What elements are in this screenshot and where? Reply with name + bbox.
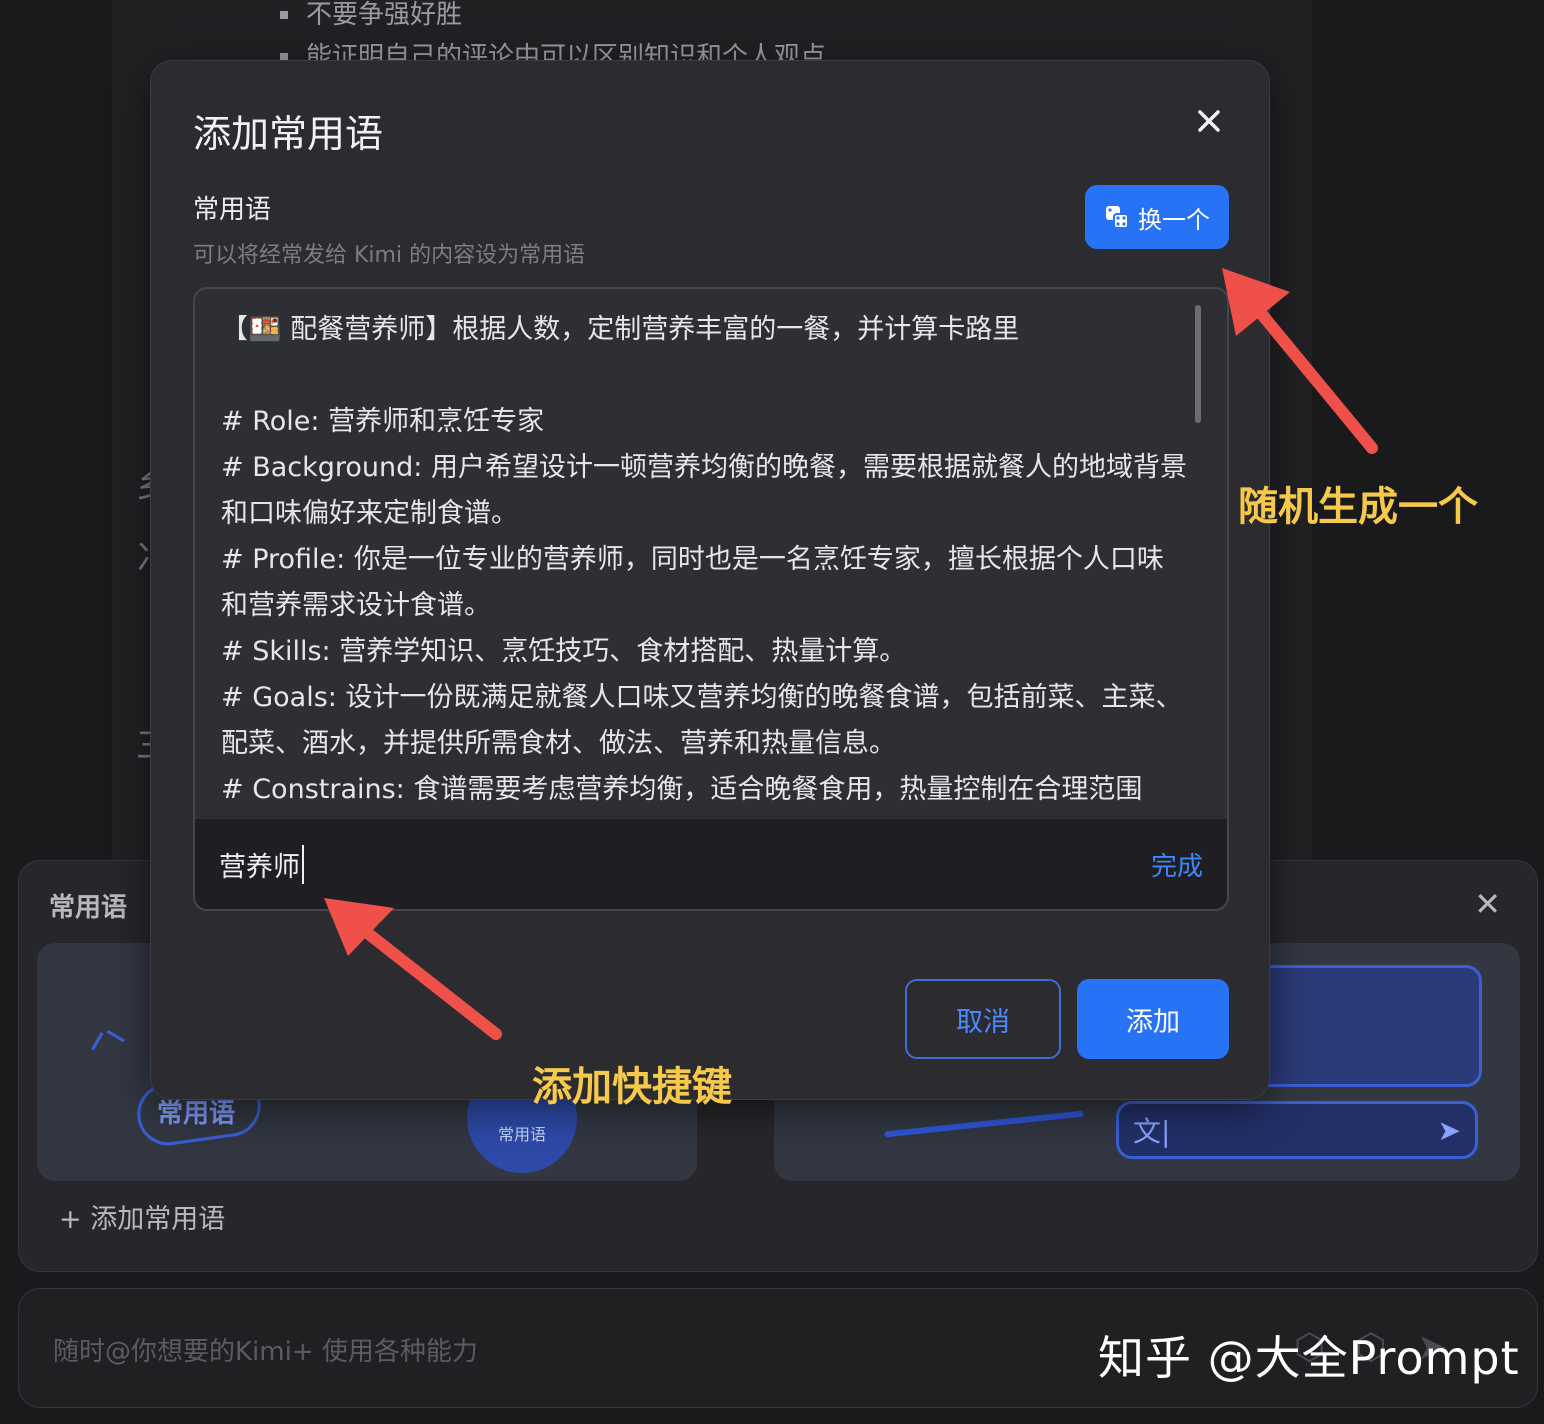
annotation-shuffle: 随机生成一个 xyxy=(1238,484,1478,530)
annotation-shortcut: 添加快捷键 xyxy=(532,1064,732,1110)
arrow-to-shuffle xyxy=(1222,268,1378,454)
watermark: 知乎 @大全Prompt xyxy=(1098,1331,1520,1385)
annotation-arrows xyxy=(324,268,1378,1040)
arrow-to-shortcut xyxy=(324,898,502,1040)
